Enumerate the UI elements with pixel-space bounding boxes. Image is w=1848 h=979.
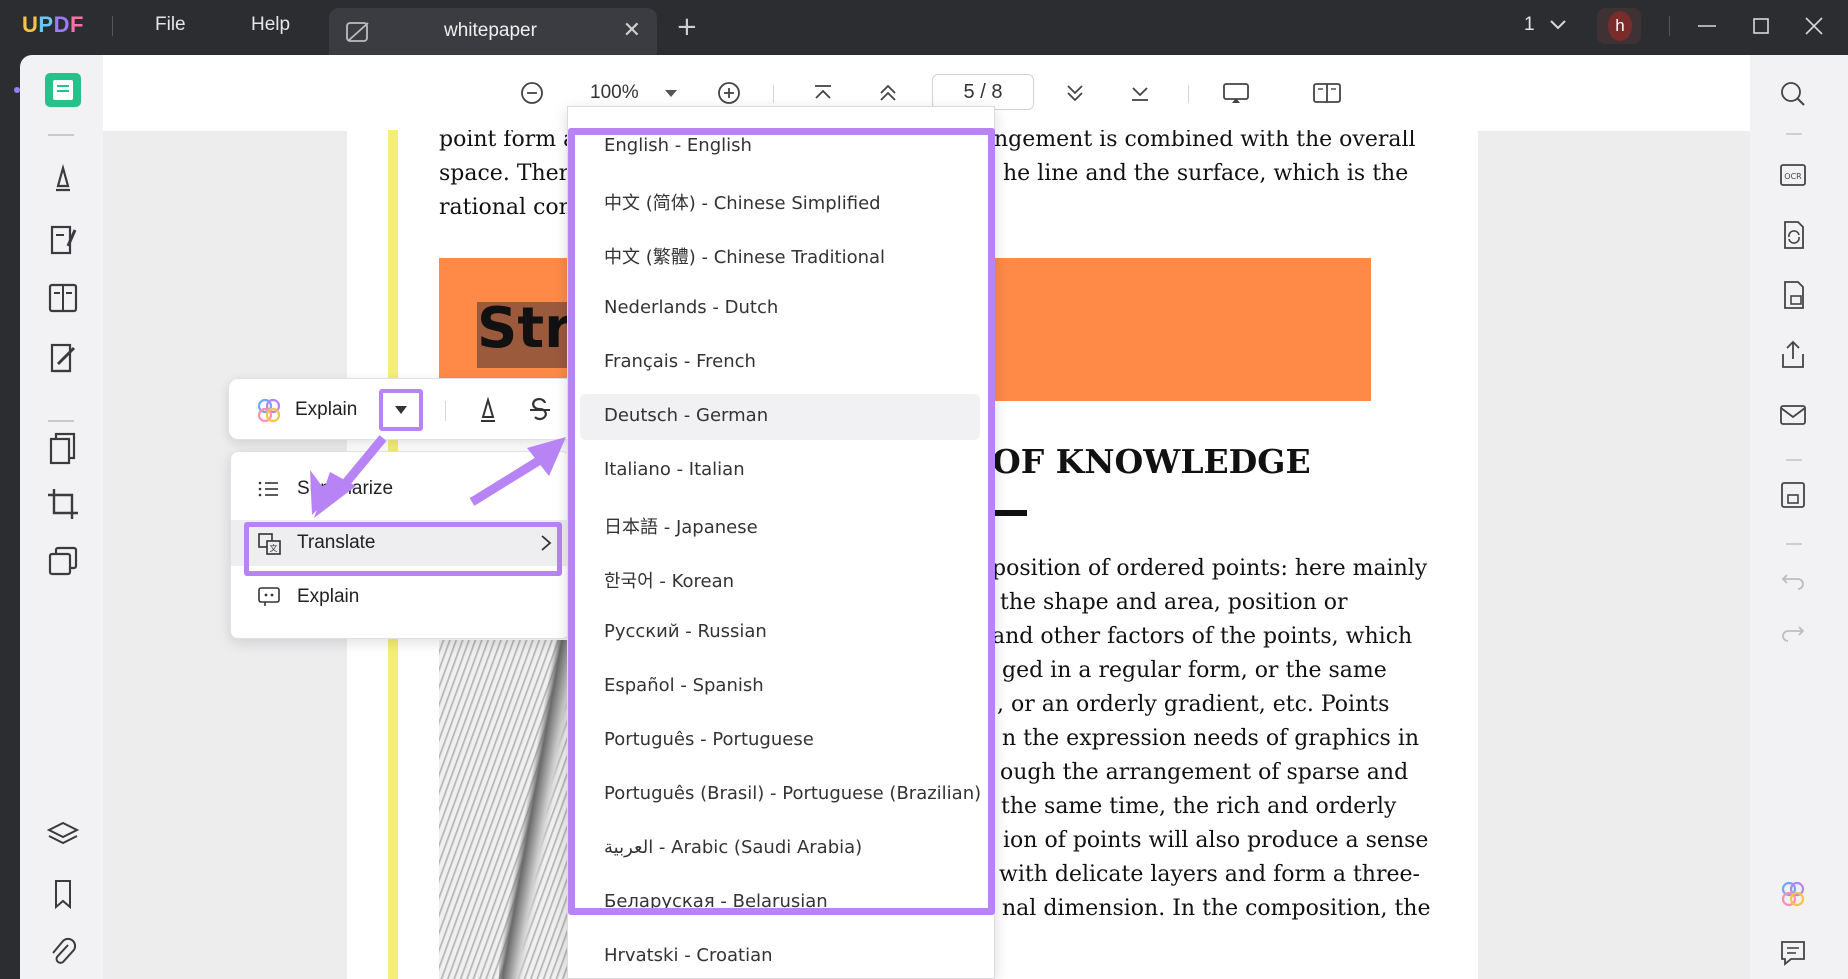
menu-file[interactable]: File bbox=[155, 14, 186, 36]
avatar-initial: h bbox=[1608, 11, 1632, 41]
doc-line: ngement is combined with the overall bbox=[994, 130, 1416, 152]
title-divider-right bbox=[1669, 16, 1670, 36]
last-page-icon[interactable] bbox=[1126, 79, 1154, 107]
email-icon[interactable] bbox=[1776, 398, 1810, 432]
doc-line: the shape and area, position or bbox=[1000, 590, 1348, 615]
new-tab-icon[interactable]: + bbox=[676, 12, 698, 42]
menu-item-label: Summarize bbox=[297, 478, 394, 499]
toolbar-divider bbox=[1188, 85, 1189, 103]
doc-line: and other factors of the points, which bbox=[992, 624, 1413, 649]
sidebar-divider bbox=[48, 134, 74, 136]
document-tab[interactable]: whitepaper ✕ bbox=[329, 8, 657, 55]
doc-line: he line and the surface, which is the bbox=[1003, 161, 1409, 186]
menu-help[interactable]: Help bbox=[251, 14, 290, 36]
undo-icon[interactable] bbox=[1776, 563, 1810, 597]
protect-icon[interactable] bbox=[1776, 278, 1810, 312]
architecture-photo bbox=[439, 640, 579, 979]
fill-sign-icon[interactable] bbox=[44, 340, 82, 376]
heading-underline bbox=[992, 510, 1027, 516]
organize-pages-icon[interactable] bbox=[44, 280, 82, 316]
unsaved-edit-icon bbox=[346, 22, 369, 42]
toolbar-divider bbox=[773, 85, 774, 103]
first-page-icon[interactable] bbox=[809, 79, 837, 107]
highlight-icon[interactable] bbox=[473, 395, 503, 425]
edit-pdf-icon[interactable] bbox=[44, 222, 82, 258]
banner-text[interactable]: Str bbox=[477, 296, 572, 361]
sidebar-divider bbox=[48, 420, 74, 422]
explain-button[interactable]: Explain bbox=[295, 399, 357, 421]
list-icon bbox=[258, 481, 278, 497]
sidebar-divider bbox=[1786, 543, 1802, 545]
page-number-field[interactable]: 5 / 8 bbox=[932, 74, 1034, 110]
comments-icon[interactable] bbox=[1776, 935, 1810, 969]
title-divider bbox=[112, 16, 113, 36]
batch-tools-icon[interactable] bbox=[44, 544, 82, 580]
menu-item-explain[interactable]: Explain bbox=[231, 574, 571, 620]
zoom-out-icon[interactable] bbox=[518, 79, 546, 107]
convert-pages-icon[interactable] bbox=[44, 430, 82, 466]
redo-icon[interactable] bbox=[1776, 615, 1810, 649]
ai-explain-icon[interactable] bbox=[254, 396, 284, 426]
menu-item-summarize[interactable]: Summarize bbox=[231, 466, 571, 512]
caret-down-icon bbox=[395, 406, 407, 414]
layers-icon[interactable] bbox=[44, 817, 82, 853]
doc-line: , or an orderly gradient, etc. Points bbox=[997, 692, 1390, 717]
ai-assistant-icon[interactable] bbox=[1776, 878, 1810, 912]
share-icon[interactable] bbox=[1776, 338, 1810, 372]
previous-page-icon[interactable] bbox=[874, 79, 902, 107]
selection-toolbar: Explain bbox=[228, 378, 588, 440]
close-window-icon[interactable] bbox=[1802, 14, 1826, 38]
translate-highlight-frame bbox=[244, 522, 562, 576]
convert-icon[interactable] bbox=[1776, 218, 1810, 252]
doc-line: the same time, the rich and orderly bbox=[1001, 794, 1397, 819]
toolbar-divider bbox=[445, 401, 446, 421]
tab-title: whitepaper bbox=[444, 20, 537, 41]
language-list-highlight-frame bbox=[568, 128, 995, 915]
doc-line: ion of points will also produce a sense bbox=[1003, 828, 1429, 853]
maximize-icon[interactable] bbox=[1749, 14, 1773, 38]
doc-line: ough the arrangement of sparse and bbox=[1000, 760, 1409, 785]
minimize-icon[interactable] bbox=[1695, 14, 1719, 38]
crop-icon[interactable] bbox=[44, 486, 82, 522]
slideshow-icon[interactable] bbox=[1221, 79, 1251, 107]
right-sidebar: OCR bbox=[1750, 55, 1848, 979]
next-page-icon[interactable] bbox=[1061, 79, 1089, 107]
doc-line: n the expression needs of graphics in bbox=[1002, 726, 1420, 751]
attachment-icon[interactable] bbox=[44, 935, 82, 971]
doc-line: nal dimension. In the composition, the bbox=[1002, 896, 1431, 921]
section-heading: OF KNOWLEDGE bbox=[992, 442, 1311, 481]
ai-dropdown-button[interactable] bbox=[379, 389, 423, 431]
menu-item-label: Explain bbox=[297, 586, 360, 607]
doc-line: space. Ther bbox=[439, 161, 570, 186]
tab-close-icon[interactable]: ✕ bbox=[623, 18, 641, 43]
doc-line: ged in a regular form, or the same bbox=[1002, 658, 1387, 683]
save-icon[interactable] bbox=[1776, 478, 1810, 512]
zoom-dropdown-icon[interactable] bbox=[661, 79, 681, 107]
explain-icon bbox=[258, 587, 280, 606]
doc-line: rational con bbox=[439, 195, 573, 220]
zoom-level[interactable]: 100% bbox=[590, 82, 639, 104]
reader-mode-icon[interactable] bbox=[44, 72, 82, 108]
app-logo: UPDF bbox=[22, 12, 84, 37]
search-icon[interactable] bbox=[1776, 77, 1810, 111]
strikethrough-icon[interactable] bbox=[525, 395, 555, 425]
svg-text:OCR: OCR bbox=[1784, 172, 1802, 181]
active-indicator-dot bbox=[14, 87, 20, 93]
doc-line: position of ordered points: here mainly bbox=[992, 556, 1428, 581]
title-bar: UPDF File Help whitepaper ✕ + 1 h bbox=[0, 0, 1848, 55]
ocr-icon[interactable]: OCR bbox=[1776, 158, 1810, 192]
language-option[interactable]: Hrvatski - Croatian bbox=[580, 934, 980, 978]
bookmark-icon[interactable] bbox=[44, 876, 82, 912]
avatar[interactable]: h bbox=[1597, 8, 1641, 44]
chevron-down-icon[interactable] bbox=[1548, 12, 1568, 36]
doc-line: point form a bbox=[439, 130, 577, 152]
doc-line: with delicate layers and form a three- bbox=[999, 862, 1420, 887]
page-layout-icon[interactable] bbox=[1311, 79, 1343, 107]
zoom-in-icon[interactable] bbox=[715, 79, 743, 107]
comment-highlighter-icon[interactable] bbox=[44, 160, 82, 196]
sidebar-divider bbox=[1786, 133, 1802, 135]
window-count[interactable]: 1 bbox=[1524, 14, 1535, 36]
sidebar-divider bbox=[1786, 459, 1802, 461]
